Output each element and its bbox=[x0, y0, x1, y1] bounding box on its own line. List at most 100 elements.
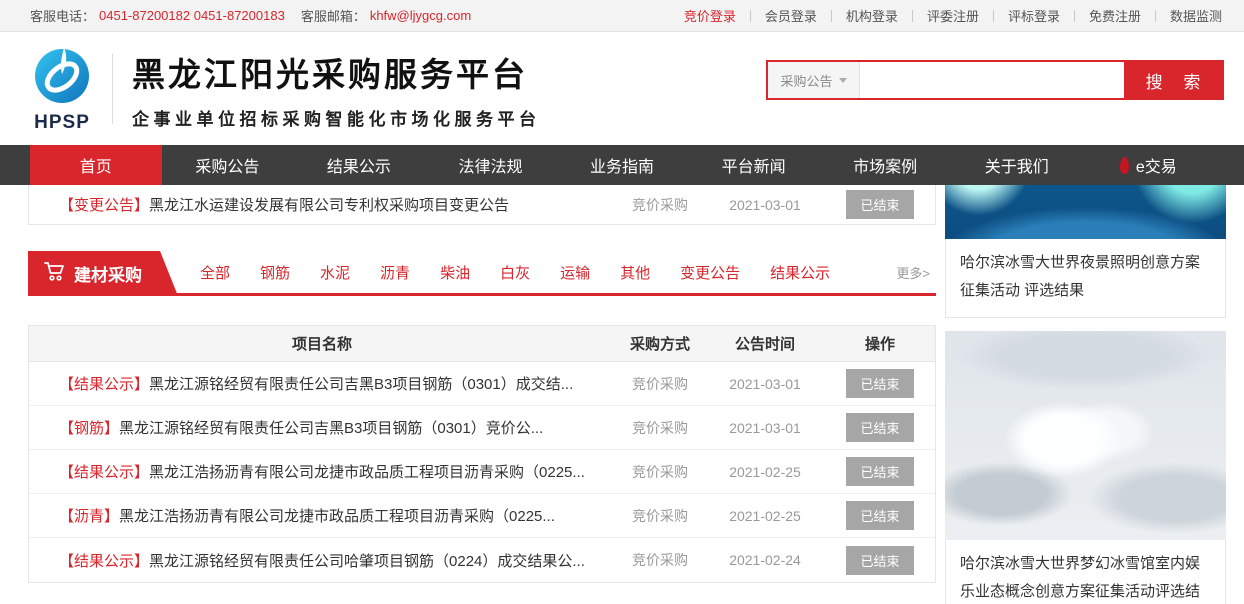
table-row: 【钢筋】黑龙江源铭经贸有限责任公司吉黑B3项目钢筋（0301）竞价公... 竞价… bbox=[29, 406, 935, 450]
flame-icon bbox=[1120, 157, 1129, 174]
status-badge: 已结束 bbox=[846, 413, 913, 442]
link-eval-login[interactable]: 评标登录 bbox=[979, 6, 1060, 25]
link-free-register[interactable]: 免费注册 bbox=[1060, 6, 1141, 25]
cart-icon bbox=[44, 261, 66, 287]
nav-business-guide[interactable]: 业务指南 bbox=[556, 145, 688, 185]
topbar-links: 竞价登录 会员登录 机构登录 评委注册 评标登录 免费注册 数据监测 bbox=[684, 6, 1222, 25]
site-titles: 黑龙江阳光采购服务平台 企事业单位招标采购智能化市场化服务平台 bbox=[132, 48, 541, 130]
news-caption: 哈尔滨冰雪大世界夜景照明创意方案征集活动 评选结果 bbox=[945, 239, 1226, 318]
divider bbox=[112, 54, 113, 124]
search-category-select[interactable]: 采购公告 bbox=[768, 62, 860, 98]
nav-procurement-notices[interactable]: 采购公告 bbox=[162, 145, 294, 185]
table-header: 项目名称 采购方式 公告时间 操作 bbox=[29, 326, 935, 362]
sidebar: 哈尔滨冰雪大世界夜景照明创意方案征集活动 评选结果 哈尔滨冰雪大世界梦幻冰雪馆室… bbox=[945, 185, 1226, 604]
nav-home[interactable]: 首页 bbox=[30, 145, 162, 185]
tab-other[interactable]: 其他 bbox=[620, 262, 650, 283]
news-card[interactable]: 哈尔滨冰雪大世界夜景照明创意方案征集活动 评选结果 bbox=[945, 185, 1226, 318]
site-header: HPSP 黑龙江阳光采购服务平台 企事业单位招标采购智能化市场化服务平台 采购公… bbox=[0, 32, 1244, 145]
tab-asphalt[interactable]: 沥青 bbox=[380, 262, 410, 283]
announcement-link[interactable]: 【结果公示】黑龙江源铭经贸有限责任公司哈肇项目钢筋（0224）成交结果公... bbox=[29, 550, 615, 571]
section-title-tab: 建材采购 bbox=[28, 251, 178, 296]
status-badge: 已结束 bbox=[846, 190, 913, 219]
nav-laws[interactable]: 法律法规 bbox=[425, 145, 557, 185]
table-row: 【结果公示】黑龙江源铭经贸有限责任公司吉黑B3项目钢筋（0301）成交结... … bbox=[29, 362, 935, 406]
announcement-date: 2021-03-01 bbox=[705, 197, 825, 213]
content-area: 【变更公告】黑龙江水运建设发展有限公司专利权采购项目变更公告 竞价采购 2021… bbox=[0, 185, 1244, 604]
nav-market-cases[interactable]: 市场案例 bbox=[819, 145, 951, 185]
news-image-snow-park-aerial bbox=[945, 331, 1226, 540]
status-badge: 已结束 bbox=[846, 369, 913, 398]
nav-e-trade[interactable]: e交易 bbox=[1083, 145, 1215, 185]
tab-result-notice[interactable]: 结果公示 bbox=[770, 262, 830, 283]
table-row: 【结果公示】黑龙江浩扬沥青有限公司龙捷市政品质工程项目沥青采购（0225... … bbox=[29, 450, 935, 494]
news-card[interactable]: 哈尔滨冰雪大世界梦幻冰雪馆室内娱乐业态概念创意方案征集活动评选结果 bbox=[945, 331, 1226, 604]
table-row: 【结果公示】黑龙江源铭经贸有限责任公司哈肇项目钢筋（0224）成交结果公... … bbox=[29, 538, 935, 582]
link-bidding-login[interactable]: 竞价登录 bbox=[684, 6, 736, 25]
announcement-link[interactable]: 【钢筋】黑龙江源铭经贸有限责任公司吉黑B3项目钢筋（0301）竞价公... bbox=[29, 417, 615, 438]
page-subtitle: 企事业单位招标采购智能化市场化服务平台 bbox=[132, 105, 541, 130]
section-header: 建材采购 全部 钢筋 水泥 沥青 柴油 白灰 运输 其他 变更公告 结果公示 更… bbox=[28, 251, 936, 296]
section-title: 建材采购 bbox=[74, 261, 142, 286]
main-nav: 首页 采购公告 结果公示 法律法规 业务指南 平台新闻 市场案例 关于我们 e交… bbox=[0, 145, 1244, 185]
email-label: 客服邮箱： bbox=[301, 6, 366, 25]
announcement-date: 2021-02-25 bbox=[705, 508, 825, 524]
col-header-date: 公告时间 bbox=[705, 333, 825, 354]
announcement-link[interactable]: 【沥青】黑龙江浩扬沥青有限公司龙捷市政品质工程项目沥青采购（0225... bbox=[29, 505, 615, 526]
status-badge: 已结束 bbox=[846, 501, 913, 530]
announcement-date: 2021-02-25 bbox=[705, 464, 825, 480]
procurement-method: 竞价采购 bbox=[615, 418, 705, 438]
link-judge-register[interactable]: 评委注册 bbox=[898, 6, 979, 25]
topbar: 客服电话： 0451-87200182 0451-87200183 客服邮箱： … bbox=[0, 0, 1244, 32]
nav-result-announcements[interactable]: 结果公示 bbox=[293, 145, 425, 185]
tab-lime[interactable]: 白灰 bbox=[500, 262, 530, 283]
email-link[interactable]: khfw@ljygcg.com bbox=[370, 8, 471, 23]
procurement-method: 竞价采购 bbox=[615, 195, 705, 215]
nav-about-us[interactable]: 关于我们 bbox=[951, 145, 1083, 185]
search-input[interactable] bbox=[860, 62, 1124, 98]
news-caption: 哈尔滨冰雪大世界梦幻冰雪馆室内娱乐业态概念创意方案征集活动评选结果 bbox=[945, 540, 1226, 604]
announcement-date: 2021-03-01 bbox=[705, 420, 825, 436]
search-box: 采购公告 搜 索 bbox=[766, 60, 1224, 100]
contact-info: 客服电话： 0451-87200182 0451-87200183 客服邮箱： … bbox=[30, 6, 471, 25]
status-badge: 已结束 bbox=[846, 546, 913, 575]
tab-transport[interactable]: 运输 bbox=[560, 262, 590, 283]
procurement-method: 竞价采购 bbox=[615, 550, 705, 570]
tab-change-notice[interactable]: 变更公告 bbox=[680, 262, 740, 283]
chevron-down-icon bbox=[839, 78, 847, 83]
main-column: 【变更公告】黑龙江水运建设发展有限公司专利权采购项目变更公告 竞价采购 2021… bbox=[28, 185, 936, 583]
news-image-ice-world-night bbox=[945, 185, 1226, 239]
phone-label: 客服电话： bbox=[30, 6, 95, 25]
nav-platform-news[interactable]: 平台新闻 bbox=[688, 145, 820, 185]
link-data-monitor[interactable]: 数据监测 bbox=[1141, 6, 1222, 25]
row-tag: 【变更公告】 bbox=[59, 197, 149, 214]
table-row: 【变更公告】黑龙江水运建设发展有限公司专利权采购项目变更公告 竞价采购 2021… bbox=[28, 185, 936, 225]
col-header-title: 项目名称 bbox=[29, 333, 615, 354]
announcement-link[interactable]: 【变更公告】黑龙江水运建设发展有限公司专利权采购项目变更公告 bbox=[29, 194, 615, 215]
more-link[interactable]: 更多> bbox=[896, 263, 930, 282]
page-title: 黑龙江阳光采购服务平台 bbox=[132, 48, 541, 96]
logo-icon bbox=[31, 93, 93, 110]
announcement-link[interactable]: 【结果公示】黑龙江浩扬沥青有限公司龙捷市政品质工程项目沥青采购（0225... bbox=[29, 461, 615, 482]
announcement-link[interactable]: 【结果公示】黑龙江源铭经贸有限责任公司吉黑B3项目钢筋（0301）成交结... bbox=[29, 373, 615, 394]
status-badge: 已结束 bbox=[846, 457, 913, 486]
projects-table: 项目名称 采购方式 公告时间 操作 【结果公示】黑龙江源铭经贸有限责任公司吉黑B… bbox=[28, 325, 936, 583]
procurement-method: 竞价采购 bbox=[615, 506, 705, 526]
tab-rebar[interactable]: 钢筋 bbox=[260, 262, 290, 283]
col-header-method: 采购方式 bbox=[615, 333, 705, 354]
procurement-method: 竞价采购 bbox=[615, 462, 705, 482]
link-org-login[interactable]: 机构登录 bbox=[817, 6, 898, 25]
page: 客服电话： 0451-87200182 0451-87200183 客服邮箱： … bbox=[0, 0, 1244, 604]
category-tabs: 全部 钢筋 水泥 沥青 柴油 白灰 运输 其他 变更公告 结果公示 bbox=[200, 251, 830, 293]
site-logo[interactable]: HPSP bbox=[30, 44, 94, 134]
announcement-date: 2021-02-24 bbox=[705, 552, 825, 568]
tab-diesel[interactable]: 柴油 bbox=[440, 262, 470, 283]
logo-abbr: HPSP bbox=[30, 112, 94, 134]
col-header-action: 操作 bbox=[825, 333, 935, 354]
phone-numbers: 0451-87200182 0451-87200183 bbox=[99, 8, 285, 23]
link-member-login[interactable]: 会员登录 bbox=[736, 6, 817, 25]
procurement-method: 竞价采购 bbox=[615, 374, 705, 394]
announcement-date: 2021-03-01 bbox=[705, 376, 825, 392]
tab-cement[interactable]: 水泥 bbox=[320, 262, 350, 283]
tab-all[interactable]: 全部 bbox=[200, 262, 230, 283]
search-button[interactable]: 搜 索 bbox=[1124, 62, 1222, 98]
